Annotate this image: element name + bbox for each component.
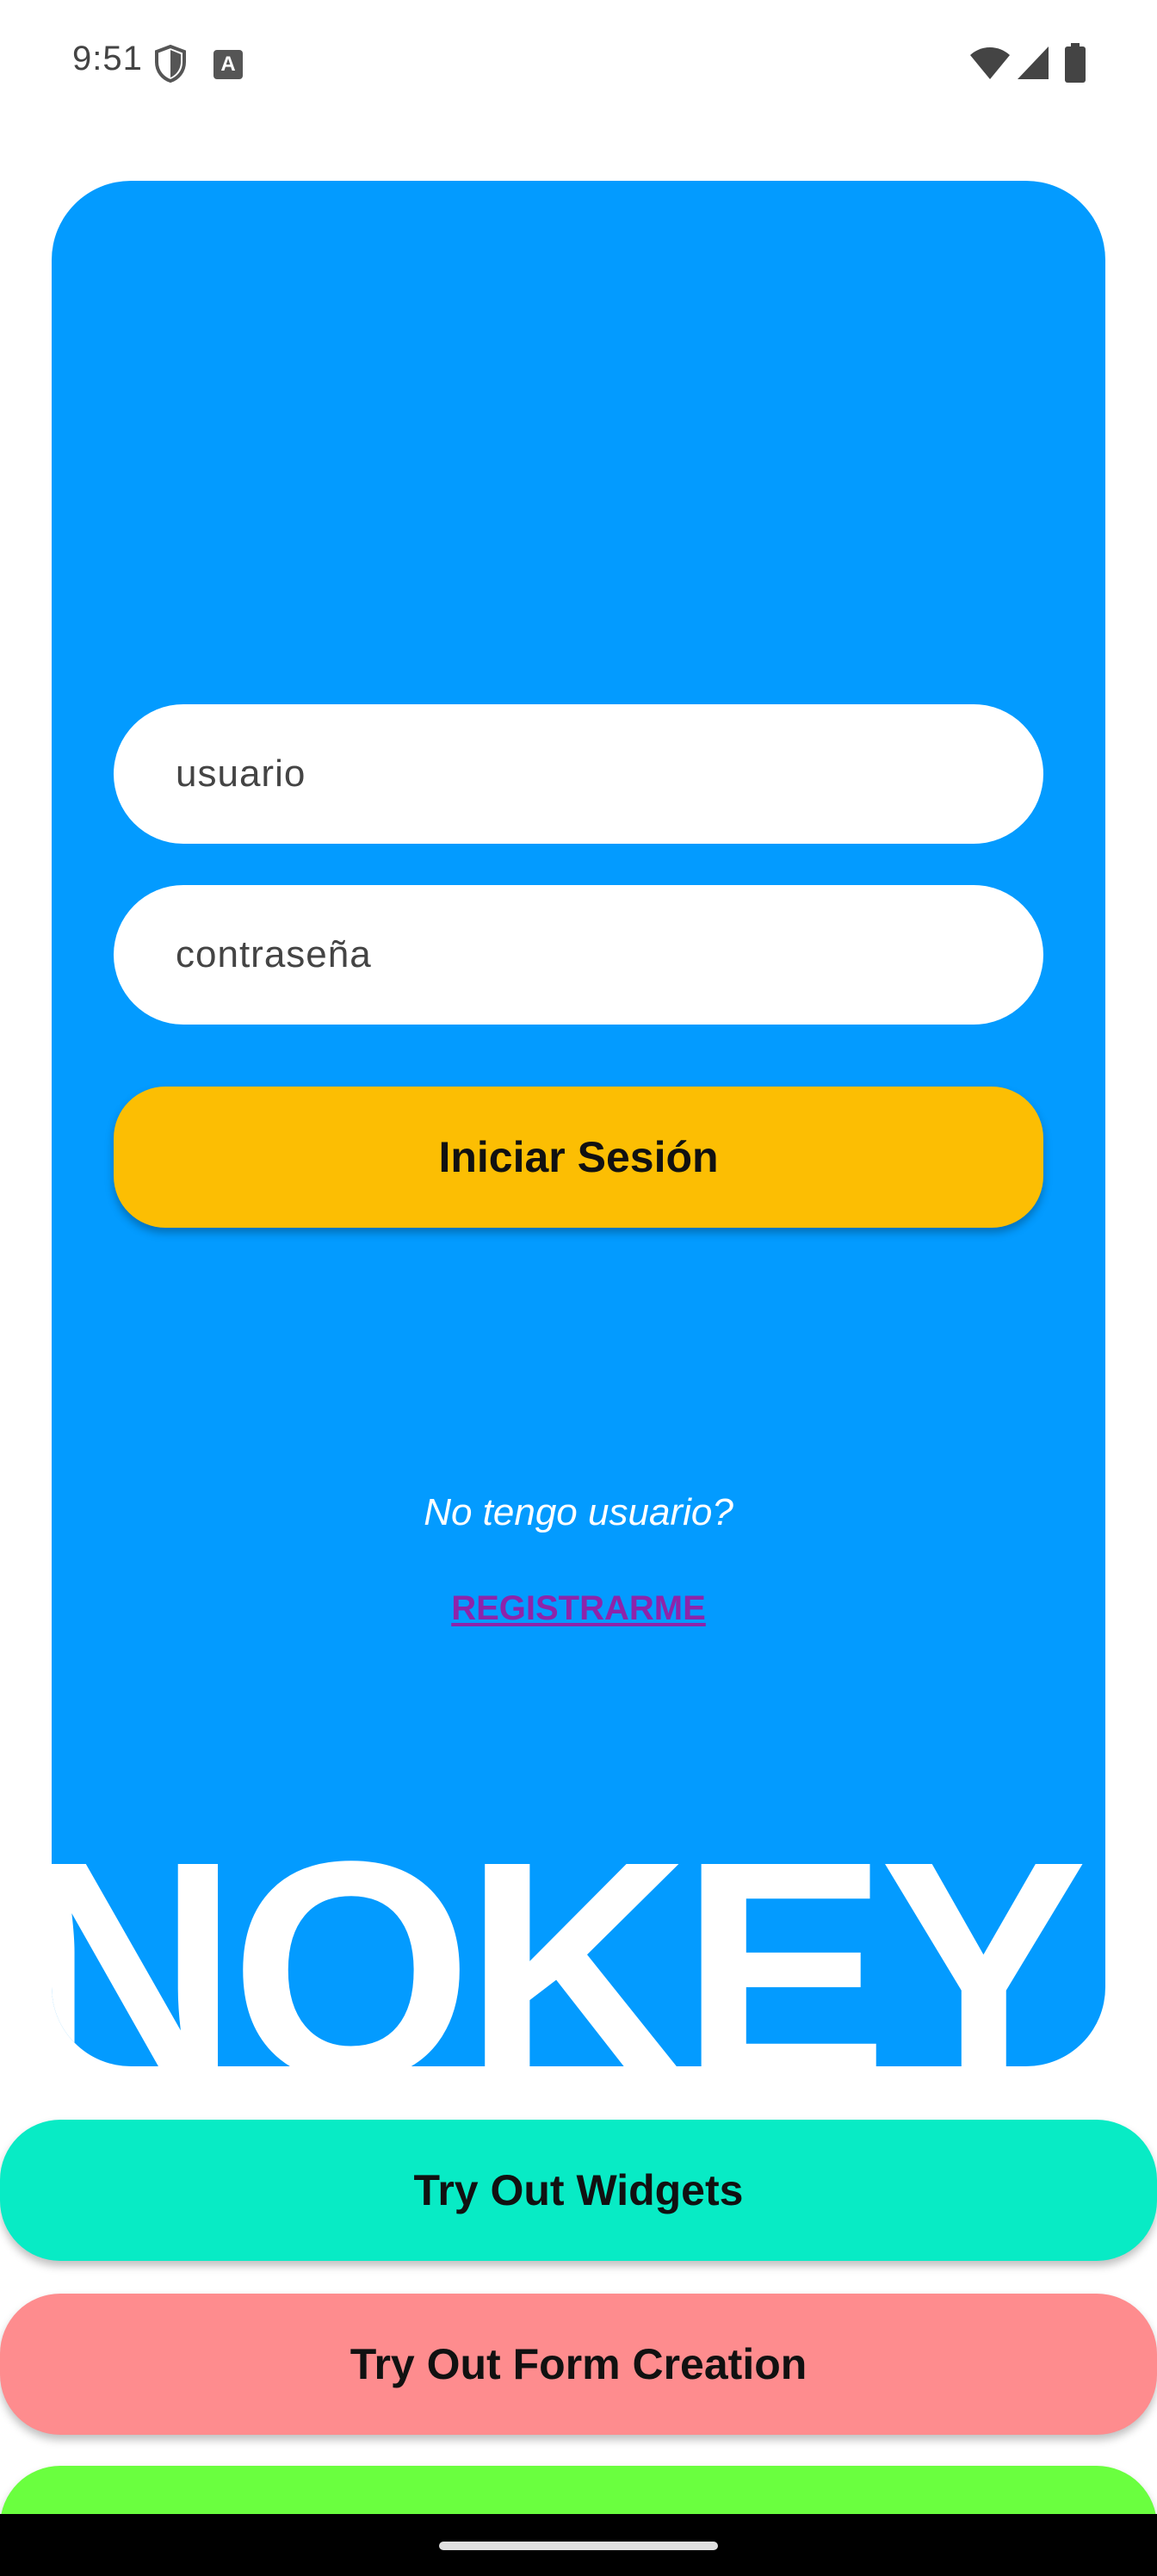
username-field[interactable]: usuario (114, 704, 1043, 844)
status-bar: 9:51 A (0, 0, 1157, 129)
navigation-bar (0, 2514, 1157, 2576)
signal-icon (1018, 46, 1049, 79)
register-link[interactable]: REGISTRARME (451, 1589, 706, 1627)
no-user-text: No tengo usuario? (424, 1491, 733, 1533)
battery-icon (1065, 43, 1086, 83)
app-screen: 9:51 A usuario contraseña Iniciar Sesión… (0, 0, 1157, 2576)
home-handle[interactable] (439, 2542, 718, 2550)
try-form-creation-button[interactable]: Try Out Form Creation (0, 2294, 1157, 2435)
register-link-row: REGISTRARME (52, 1589, 1105, 1628)
login-card: usuario contraseña Iniciar Sesión No ten… (52, 181, 1105, 2066)
brand-logo-text: NOKEY (52, 1808, 1087, 2067)
brand-logo: NOKEY (52, 1808, 1105, 2067)
login-button[interactable]: Iniciar Sesión (114, 1087, 1043, 1228)
status-time: 9:51 (72, 40, 143, 77)
password-field[interactable]: contraseña (114, 885, 1043, 1025)
wifi-icon (970, 47, 1010, 79)
keyboard-a-icon: A (213, 50, 243, 79)
shield-icon (155, 45, 186, 83)
try-widgets-button[interactable]: Try Out Widgets (0, 2120, 1157, 2261)
